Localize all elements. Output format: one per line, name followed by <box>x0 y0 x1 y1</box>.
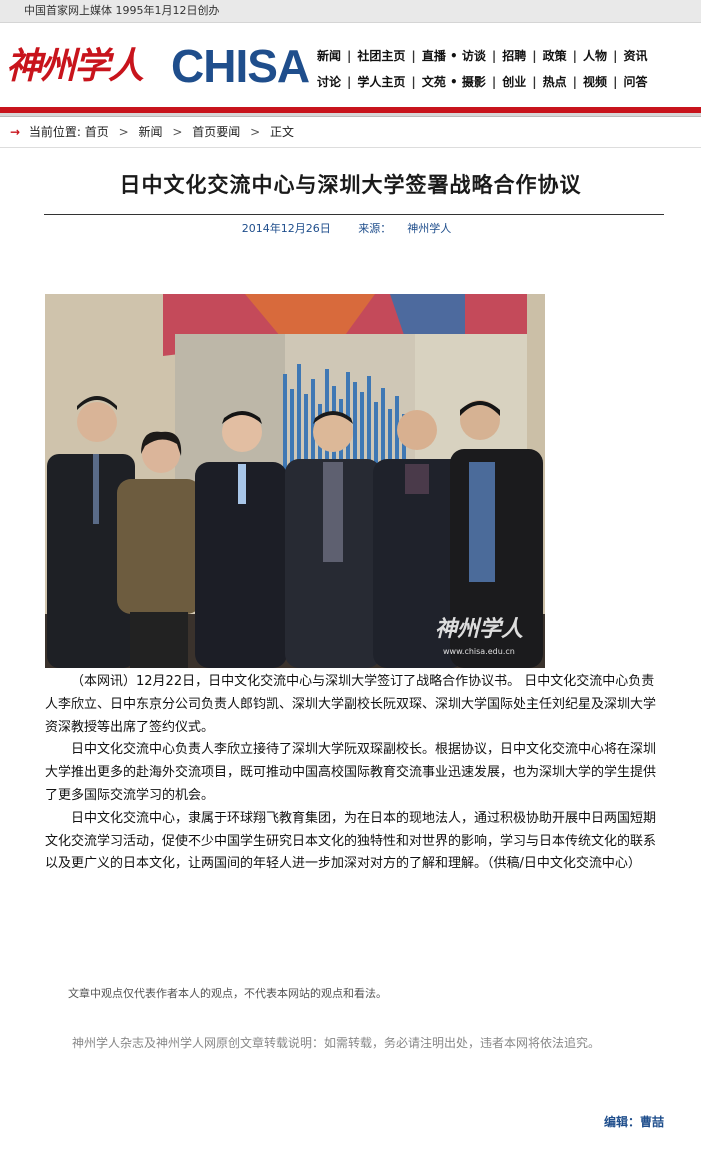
nav-link[interactable]: 问答 <box>618 69 652 95</box>
breadcrumb-sep: > <box>250 125 261 139</box>
nav-link[interactable]: 讨论 <box>312 69 346 95</box>
article-source: 来源： 神州学人 <box>350 222 459 235</box>
nav-link[interactable]: 资讯 <box>618 43 652 69</box>
photo-watermark-url: www.chisa.edu.cn <box>443 647 515 656</box>
article-paragraph: 日中文化交流中心负责人李欣立接待了深圳大学阮双琛副校长。根据协议，日中文化交流中… <box>45 742 657 803</box>
logo-chinese: 神州学人 <box>6 45 144 87</box>
reprint-notice: 神州学人杂志及神州学人网原创文章转载说明：如需转载，务必请注明出处，违者本网将依… <box>72 1036 601 1050</box>
editor-credit: 编辑：曹喆 <box>604 1113 664 1130</box>
nav-link[interactable]: 文苑 • 摄影 <box>417 69 491 95</box>
nav-link[interactable]: 新闻 <box>312 43 346 69</box>
article-meta: 2014年12月26日 来源： 神州学人 <box>0 221 701 237</box>
source-label: 来源： <box>358 222 392 236</box>
breadcrumb-sep: > <box>172 125 183 139</box>
article-date: 2014年12月26日 <box>241 222 331 236</box>
photo-watermark-cn: 神州学人 <box>435 616 524 642</box>
nav-link[interactable]: 创业 <box>497 69 531 95</box>
article-photo: 神州学人 www.chisa.edu.cn <box>45 294 545 668</box>
breadcrumb-sep: > <box>118 125 129 139</box>
breadcrumb-headlines[interactable]: 首页要闻 <box>192 125 240 139</box>
editor-name: 曹喆 <box>640 1115 665 1129</box>
source-name: 神州学人 <box>407 222 452 236</box>
article-body: （本网讯）12月22日，日中文化交流中心与深圳大学签订了战略合作协议书。 日中文… <box>45 671 660 876</box>
nav-link[interactable]: 直播 • 访谈 <box>417 43 491 69</box>
article-paragraph: 日中文化交流中心，隶属于环球翔飞教育集团，为在日本的现地法人，通过积极协助开展中… <box>45 810 657 872</box>
logo-english: CHISA <box>171 40 310 92</box>
nav-link[interactable]: 招聘 <box>497 43 531 69</box>
nav-link[interactable]: 政策 <box>538 43 572 69</box>
breadcrumb-arrow-icon: → <box>10 125 21 139</box>
site-logo[interactable]: 神州学人 CHISA <box>6 35 310 97</box>
top-info-text: 中国首家网上媒体 1995年1月12日创办 <box>24 4 220 17</box>
nav-row-2: 讨论 | 学人主页 | 文苑 • 摄影 | 创业 | 热点 | 视频 | 问答 <box>312 69 692 95</box>
nav-link[interactable]: 学人主页 <box>352 69 410 95</box>
breadcrumb: → 当前位置: 首页 > 新闻 > 首页要闻 > 正文 <box>0 117 701 148</box>
title-divider <box>44 214 664 216</box>
nav-link[interactable]: 社团主页 <box>352 43 410 69</box>
main-nav: 新闻 | 社团主页 | 直播 • 访谈 | 招聘 | 政策 | 人物 | 资讯 讨论 | 学人主页 | 文苑 •… <box>312 43 692 95</box>
breadcrumb-news[interactable]: 新闻 <box>139 125 163 139</box>
nav-link[interactable]: 人物 <box>578 43 612 69</box>
article-paragraph: （本网讯）12月22日，日中文化交流中心与深圳大学签订了战略合作协议书。 日中文… <box>45 674 657 735</box>
top-info-bar: 中国首家网上媒体 1995年1月12日创办 <box>0 0 701 23</box>
site-header: 神州学人 CHISA 新闻 | 社团主页 | 直播 • 访谈 | 招聘 | 政策 | 人物 | 资讯 讨… <box>0 23 701 107</box>
nav-row-1: 新闻 | 社团主页 | 直播 • 访谈 | 招聘 | 政策 | 人物 | 资讯 <box>312 43 692 69</box>
nav-link[interactable]: 视频 <box>578 69 612 95</box>
breadcrumb-home[interactable]: 首页 <box>85 125 109 139</box>
breadcrumb-prefix: 当前位置: <box>28 125 81 139</box>
disclaimer: 文章中观点仅代表作者本人的观点，不代表本网站的观点和看法。 <box>68 987 387 1000</box>
nav-link[interactable]: 热点 <box>538 69 572 95</box>
editor-label: 编辑： <box>604 1115 641 1129</box>
breadcrumb-current: 正文 <box>269 125 294 139</box>
article-title: 日中文化交流中心与深圳大学签署战略合作协议 <box>119 173 582 197</box>
